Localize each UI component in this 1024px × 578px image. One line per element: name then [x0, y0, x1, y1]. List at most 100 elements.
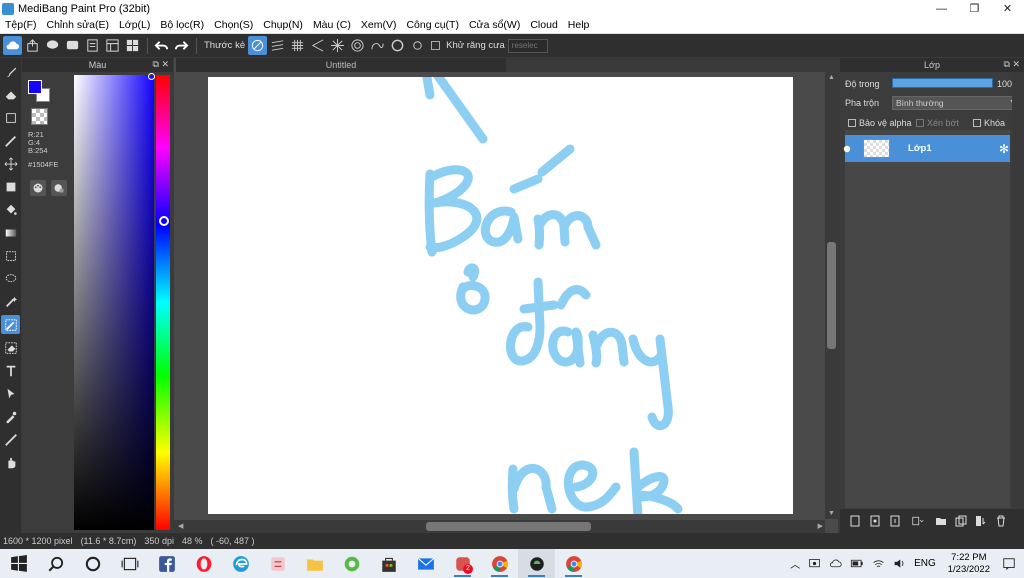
mail-icon[interactable] — [407, 549, 444, 578]
scroll-down-icon[interactable]: ▼ — [828, 510, 835, 517]
eye-icon[interactable] — [840, 135, 854, 162]
select-pen-tool-icon[interactable] — [1, 315, 20, 334]
clipping-checkbox[interactable] — [916, 119, 924, 127]
antialias-checkbox[interactable] — [431, 41, 441, 50]
blend-mode-select[interactable]: Bình thường ▼ — [892, 96, 1020, 110]
select-eraser-tool-icon[interactable] — [1, 338, 20, 357]
cortana-icon[interactable] — [74, 549, 111, 578]
battery-icon[interactable] — [850, 557, 864, 570]
protect-alpha-option[interactable]: Bảo vệ alpha — [848, 118, 912, 128]
wifi-icon[interactable] — [872, 557, 885, 570]
divide-tool-icon[interactable] — [1, 430, 20, 449]
facebook-icon[interactable] — [148, 549, 185, 578]
layout-icon[interactable] — [103, 36, 122, 55]
operation-tool-icon[interactable] — [1, 384, 20, 403]
opacity-slider[interactable] — [892, 78, 993, 88]
network-app-icon[interactable] — [808, 557, 821, 570]
lock-option[interactable]: Khóa — [973, 118, 1005, 128]
layer-scrollbar[interactable] — [1012, 72, 1024, 512]
redo-icon[interactable] — [172, 36, 191, 55]
no-ruler-icon[interactable] — [248, 36, 268, 55]
menu-view[interactable]: Xem(V) — [356, 19, 402, 31]
blur-tool-icon[interactable] — [1, 131, 20, 150]
hue-slider-handle[interactable] — [159, 216, 169, 226]
scroll-right-icon[interactable]: ▶ — [818, 522, 823, 530]
concentric-ruler-icon[interactable] — [348, 36, 367, 55]
chrome-icon[interactable] — [555, 549, 592, 578]
duplicate-layer-icon[interactable] — [954, 514, 968, 528]
protect-alpha-checkbox[interactable] — [848, 119, 856, 127]
fill-shape-tool-icon[interactable] — [1, 177, 20, 196]
folder-icon[interactable] — [934, 514, 948, 528]
menu-file[interactable]: Tệp(F) — [0, 19, 42, 31]
clipping-option[interactable]: Xén bớt — [916, 118, 959, 128]
bucket-tool-icon[interactable] — [1, 200, 20, 219]
snap-settings-icon[interactable] — [408, 36, 427, 55]
vertical-scrollbar[interactable]: ▲ ▼ — [825, 72, 838, 519]
language-indicator[interactable]: ENG — [914, 558, 936, 569]
medibang-taskbar-icon[interactable] — [518, 549, 555, 578]
gear-icon[interactable]: ✻ — [999, 142, 1009, 156]
gradient-tool-icon[interactable] — [1, 223, 20, 242]
search-icon[interactable] — [37, 549, 74, 578]
grid-panel-icon[interactable] — [123, 36, 142, 55]
brush-tool-icon[interactable] — [1, 62, 20, 81]
perspective-ruler-icon[interactable] — [308, 36, 327, 55]
new-8bit-layer-icon[interactable] — [888, 514, 902, 528]
text-tool-icon[interactable] — [1, 361, 20, 380]
clock[interactable]: 7:22 PM 1/23/2022 — [948, 552, 990, 576]
foreground-color-swatch[interactable] — [28, 80, 42, 94]
menu-snap[interactable]: Chụp(N) — [258, 19, 308, 31]
volume-icon[interactable] — [893, 557, 906, 570]
menu-filter[interactable]: Bộ lọc(R) — [155, 19, 209, 31]
grid-ruler-icon[interactable] — [288, 36, 307, 55]
merge-layer-icon[interactable] — [974, 514, 988, 528]
panel-close-icon[interactable]: ⧉ ✕ — [153, 59, 169, 70]
scroll-up-icon[interactable]: ▲ — [828, 74, 835, 81]
drawing-canvas[interactable] — [208, 77, 793, 514]
color-history-icon[interactable] — [51, 180, 67, 196]
maximize-button[interactable]: ❐ — [958, 0, 991, 17]
new-layer-icon[interactable] — [848, 514, 862, 528]
message-icon[interactable] — [63, 36, 82, 55]
page-icon[interactable] — [83, 36, 102, 55]
comment-icon[interactable] — [43, 36, 62, 55]
menu-edit[interactable]: Chỉnh sửa(E) — [42, 19, 114, 31]
task-view-icon[interactable] — [111, 549, 148, 578]
messenger-icon[interactable]: 2 — [444, 549, 481, 578]
notifications-icon[interactable] — [1002, 557, 1016, 571]
menu-layer[interactable]: Lớp(L) — [114, 19, 155, 31]
dot-tool-icon[interactable] — [1, 108, 20, 127]
saturation-value-handle[interactable] — [148, 73, 155, 80]
curve-ruler-icon[interactable] — [368, 36, 387, 55]
menu-window[interactable]: Cửa sổ(W) — [464, 19, 525, 31]
new-halftone-layer-icon[interactable] — [868, 514, 882, 528]
select-tool-icon[interactable] — [1, 246, 20, 265]
store-icon[interactable] — [370, 549, 407, 578]
cloud-sync-icon[interactable] — [829, 557, 842, 570]
parallel-ruler-icon[interactable] — [268, 36, 287, 55]
horizontal-scrollbar[interactable]: ◀ ▶ — [174, 520, 825, 533]
hand-tool-icon[interactable] — [1, 453, 20, 472]
magic-wand-tool-icon[interactable] — [1, 292, 20, 311]
edge-icon[interactable] — [222, 549, 259, 578]
cococ-browser-icon[interactable] — [333, 549, 370, 578]
cloud-icon[interactable] — [3, 36, 22, 55]
document-tab[interactable]: Untitled — [176, 58, 506, 72]
menu-select[interactable]: Chọn(S) — [209, 19, 258, 31]
saturation-value-picker[interactable] — [74, 75, 154, 530]
ellipse-ruler-icon[interactable] — [388, 36, 407, 55]
vertical-scroll-thumb[interactable] — [827, 242, 836, 349]
menu-tools[interactable]: Công cụ(T) — [401, 19, 464, 31]
trash-icon[interactable] — [994, 514, 1008, 528]
hue-slider[interactable] — [156, 75, 170, 530]
file-explorer-icon[interactable] — [296, 549, 333, 578]
minimize-button[interactable]: — — [925, 0, 958, 17]
eraser-tool-icon[interactable] — [1, 85, 20, 104]
lasso-tool-icon[interactable] — [1, 269, 20, 288]
horizontal-scroll-thumb[interactable] — [426, 522, 591, 531]
panel-close-icon[interactable]: ⧉ ✕ — [1004, 59, 1020, 70]
palette-icon[interactable] — [30, 180, 46, 196]
reselect-field[interactable] — [507, 38, 548, 53]
scroll-left-icon[interactable]: ◀ — [178, 522, 183, 530]
